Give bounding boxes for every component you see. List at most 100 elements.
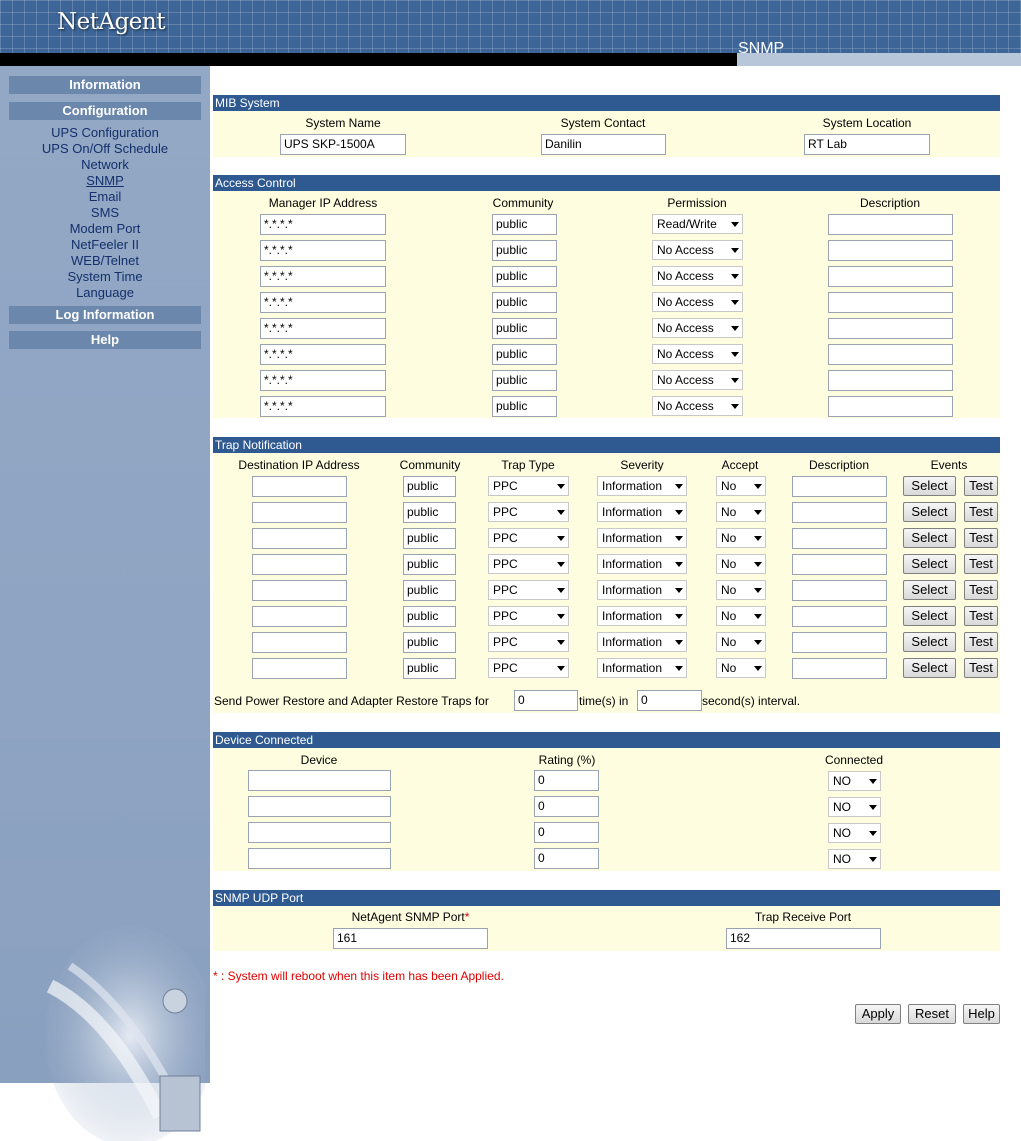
sidebar-item-modem-port[interactable]: Modem Port — [0, 221, 210, 237]
restore-seconds-input[interactable]: 0 — [637, 690, 702, 711]
apply-button[interactable]: Apply — [855, 1004, 901, 1024]
select-button[interactable]: Select — [903, 554, 956, 574]
sidebar-item-ups-schedule[interactable]: UPS On/Off Schedule — [0, 141, 210, 157]
connected-select[interactable]: NO — [828, 771, 881, 791]
description-input[interactable] — [792, 502, 887, 523]
community-input[interactable]: public — [492, 266, 557, 287]
description-input[interactable] — [792, 632, 887, 653]
description-input[interactable] — [792, 658, 887, 679]
manager-ip-input[interactable]: *.*.*.* — [260, 344, 386, 365]
permission-select[interactable]: No Access — [652, 266, 743, 286]
community-input[interactable]: public — [403, 632, 456, 653]
severity-select[interactable]: Information — [597, 528, 687, 548]
destination-ip-input[interactable] — [252, 554, 347, 575]
community-input[interactable]: public — [492, 214, 557, 235]
description-input[interactable] — [792, 528, 887, 549]
test-button[interactable]: Test — [964, 502, 998, 522]
sidebar-head-configuration[interactable]: Configuration — [9, 102, 201, 120]
test-button[interactable]: Test — [964, 606, 998, 626]
description-input[interactable] — [828, 396, 953, 417]
test-button[interactable]: Test — [964, 632, 998, 652]
manager-ip-input[interactable]: *.*.*.* — [260, 240, 386, 261]
description-input[interactable] — [828, 344, 953, 365]
sidebar-item-system-time[interactable]: System Time — [0, 269, 210, 285]
community-input[interactable]: public — [492, 344, 557, 365]
description-input[interactable] — [828, 292, 953, 313]
destination-ip-input[interactable] — [252, 502, 347, 523]
trap-type-select[interactable]: PPC — [488, 658, 569, 678]
severity-select[interactable]: Information — [597, 476, 687, 496]
description-input[interactable] — [792, 476, 887, 497]
device-input[interactable] — [248, 770, 391, 791]
permission-select[interactable]: No Access — [652, 370, 743, 390]
select-button[interactable]: Select — [903, 632, 956, 652]
select-button[interactable]: Select — [903, 502, 956, 522]
community-input[interactable]: public — [403, 554, 456, 575]
severity-select[interactable]: Information — [597, 658, 687, 678]
community-input[interactable]: public — [492, 292, 557, 313]
community-input[interactable]: public — [403, 528, 456, 549]
sidebar-head-help[interactable]: Help — [9, 331, 201, 349]
accept-select[interactable]: No — [716, 554, 766, 574]
community-input[interactable]: public — [403, 606, 456, 627]
select-button[interactable]: Select — [903, 606, 956, 626]
test-button[interactable]: Test — [964, 476, 998, 496]
destination-ip-input[interactable] — [252, 632, 347, 653]
sidebar-head-log-information[interactable]: Log Information — [9, 306, 201, 324]
select-button[interactable]: Select — [903, 476, 956, 496]
accept-select[interactable]: No — [716, 632, 766, 652]
destination-ip-input[interactable] — [252, 528, 347, 549]
trap-receive-port-input[interactable]: 162 — [726, 928, 881, 949]
select-button[interactable]: Select — [903, 580, 956, 600]
trap-type-select[interactable]: PPC — [488, 502, 569, 522]
severity-select[interactable]: Information — [597, 632, 687, 652]
connected-select[interactable]: NO — [828, 823, 881, 843]
accept-select[interactable]: No — [716, 580, 766, 600]
severity-select[interactable]: Information — [597, 502, 687, 522]
description-input[interactable] — [828, 370, 953, 391]
system-name-input[interactable]: UPS SKP-1500A — [280, 134, 406, 155]
destination-ip-input[interactable] — [252, 580, 347, 601]
destination-ip-input[interactable] — [252, 476, 347, 497]
rating-input[interactable]: 0 — [534, 770, 599, 791]
community-input[interactable]: public — [492, 396, 557, 417]
community-input[interactable]: public — [403, 658, 456, 679]
trap-type-select[interactable]: PPC — [488, 476, 569, 496]
community-input[interactable]: public — [403, 580, 456, 601]
connected-select[interactable]: NO — [828, 849, 881, 869]
sidebar-head-information[interactable]: Information — [9, 76, 201, 94]
connected-select[interactable]: NO — [828, 797, 881, 817]
select-button[interactable]: Select — [903, 658, 956, 678]
device-input[interactable] — [248, 796, 391, 817]
description-input[interactable] — [828, 318, 953, 339]
sidebar-item-network[interactable]: Network — [0, 157, 210, 173]
sidebar-item-ups-configuration[interactable]: UPS Configuration — [0, 125, 210, 141]
rating-input[interactable]: 0 — [534, 796, 599, 817]
system-contact-input[interactable]: Danilin — [541, 134, 666, 155]
trap-type-select[interactable]: PPC — [488, 606, 569, 626]
snmp-port-input[interactable]: 161 — [333, 928, 488, 949]
help-button[interactable]: Help — [963, 1004, 1000, 1024]
description-input[interactable] — [828, 266, 953, 287]
manager-ip-input[interactable]: *.*.*.* — [260, 266, 386, 287]
community-input[interactable]: public — [492, 240, 557, 261]
trap-type-select[interactable]: PPC — [488, 554, 569, 574]
rating-input[interactable]: 0 — [534, 848, 599, 869]
severity-select[interactable]: Information — [597, 606, 687, 626]
test-button[interactable]: Test — [964, 528, 998, 548]
manager-ip-input[interactable]: *.*.*.* — [260, 370, 386, 391]
permission-select[interactable]: No Access — [652, 240, 743, 260]
accept-select[interactable]: No — [716, 606, 766, 626]
permission-select[interactable]: Read/Write — [652, 214, 743, 234]
community-input[interactable]: public — [492, 318, 557, 339]
description-input[interactable] — [828, 214, 953, 235]
description-input[interactable] — [792, 580, 887, 601]
select-button[interactable]: Select — [903, 528, 956, 548]
permission-select[interactable]: No Access — [652, 318, 743, 338]
rating-input[interactable]: 0 — [534, 822, 599, 843]
severity-select[interactable]: Information — [597, 580, 687, 600]
test-button[interactable]: Test — [964, 658, 998, 678]
community-input[interactable]: public — [403, 476, 456, 497]
test-button[interactable]: Test — [964, 580, 998, 600]
manager-ip-input[interactable]: *.*.*.* — [260, 318, 386, 339]
